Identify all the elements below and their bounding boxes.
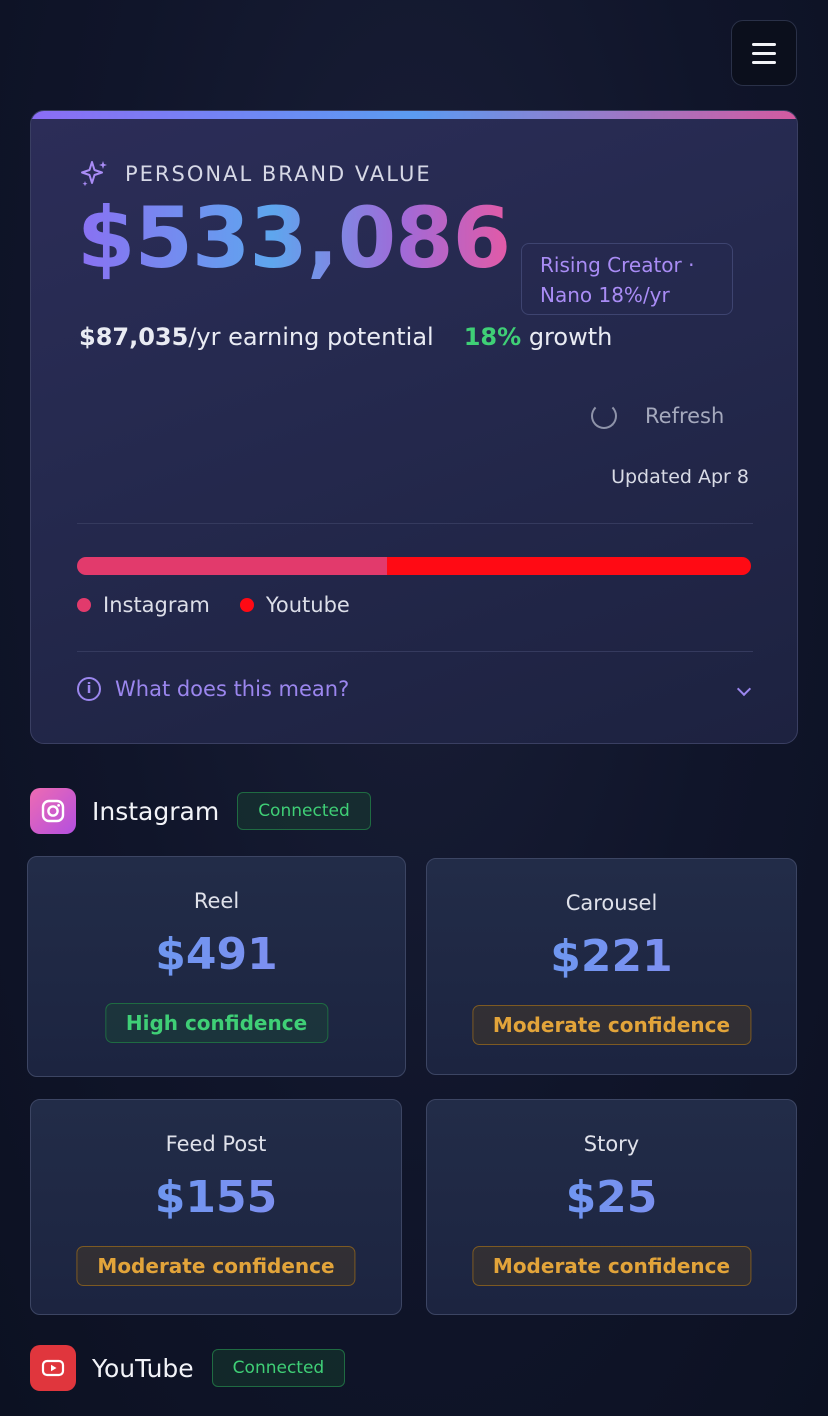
brand-value-amount: $533,086 [77, 189, 511, 287]
status-badge: Connected [237, 792, 371, 830]
earning-potential: $87,035 /yr earning potential 18% growth [79, 323, 613, 351]
youtube-dot-icon [239, 598, 254, 612]
chevron-down-icon [736, 681, 752, 697]
confidence-badge: Moderate confidence [76, 1246, 356, 1286]
refresh-button[interactable]: Refresh [591, 403, 724, 429]
youtube-section-header: YouTube Connected [30, 1345, 346, 1391]
youtube-icon [30, 1345, 76, 1391]
sparkle-icon [81, 161, 107, 187]
rate-card-reel[interactable]: Reel $491 High confidence [27, 856, 406, 1077]
instagram-dot-icon [77, 598, 91, 612]
instagram-icon [30, 788, 76, 834]
youtube-title: YouTube [92, 1353, 194, 1383]
legend-item-instagram: Instagram [77, 593, 210, 617]
instagram-share-segment [77, 557, 388, 575]
divider [77, 523, 753, 524]
menu-button[interactable] [731, 20, 797, 86]
brand-value-card: PERSONAL BRAND VALUE $533,086 Rising Cre… [30, 110, 798, 744]
instagram-title: Instagram [92, 796, 220, 826]
rate-card-story[interactable]: Story $25 Moderate confidence [426, 1099, 797, 1315]
updated-timestamp: Updated Apr 8 [611, 466, 749, 488]
platform-split-bar [77, 557, 751, 575]
legend-item-youtube: Youtube [239, 593, 350, 617]
gradient-accent-bar [31, 111, 797, 119]
what-does-this-mean-toggle[interactable]: i What does this mean? [77, 677, 753, 701]
rate-card-feed-post[interactable]: Feed Post $155 Moderate confidence [30, 1099, 402, 1315]
confidence-badge: Moderate confidence [471, 1246, 752, 1286]
youtube-share-segment [387, 557, 751, 575]
instagram-section-header: Instagram Connected [30, 788, 371, 834]
hamburger-menu-icon [752, 42, 776, 46]
tier-badge: Rising Creator · Nano 18%/yr [521, 243, 733, 315]
loading-spinner-icon [591, 403, 617, 429]
confidence-badge: Moderate confidence [471, 1005, 752, 1045]
growth-rate: 18% growth [463, 323, 613, 351]
divider [77, 651, 753, 652]
status-badge: Connected [211, 1349, 346, 1387]
info-icon: i [77, 677, 101, 701]
brand-value-label: PERSONAL BRAND VALUE [125, 162, 432, 186]
confidence-badge: High confidence [104, 1003, 329, 1043]
rate-card-carousel[interactable]: Carousel $221 Moderate confidence [426, 858, 797, 1075]
split-legend: Instagram Youtube [77, 593, 350, 617]
